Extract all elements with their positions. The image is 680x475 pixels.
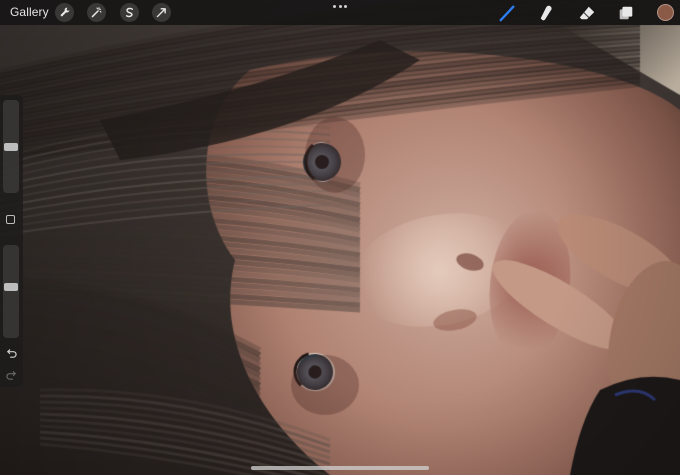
current-color-swatch[interactable] (657, 4, 674, 21)
brush-size-slider[interactable] (3, 100, 19, 193)
magic-wand-icon (91, 7, 102, 18)
selection-s-icon (125, 7, 134, 18)
layers-tool-button[interactable] (616, 3, 636, 23)
brush-size-thumb[interactable] (4, 143, 18, 151)
left-sidebar (0, 95, 23, 387)
opacity-thumb[interactable] (4, 283, 18, 291)
modify-button[interactable] (6, 215, 15, 224)
smudge-tool-button[interactable] (537, 3, 557, 23)
transform-button[interactable] (152, 3, 171, 22)
layers-icon (619, 6, 633, 20)
adjustments-button[interactable] (87, 3, 106, 22)
wrench-icon (60, 7, 70, 17)
brush-icon (499, 5, 515, 22)
undo-arrow-icon (6, 348, 17, 358)
more-options-icon[interactable] (333, 5, 347, 9)
arrow-cursor-icon (156, 8, 166, 18)
eraser-icon (579, 6, 595, 20)
redo-button[interactable] (5, 369, 17, 381)
selection-button[interactable] (120, 3, 139, 22)
gallery-button[interactable]: Gallery (10, 5, 49, 19)
painting-canvas[interactable] (0, 0, 680, 475)
eraser-tool-button[interactable] (577, 3, 597, 23)
undo-button[interactable] (5, 347, 17, 359)
actions-button[interactable] (55, 3, 74, 22)
redo-arrow-icon (5, 370, 16, 380)
top-toolbar: Gallery (0, 0, 680, 25)
brush-tool-button[interactable] (497, 3, 517, 23)
home-indicator[interactable] (251, 466, 429, 470)
smudge-icon (540, 5, 552, 21)
opacity-slider[interactable] (3, 245, 19, 338)
